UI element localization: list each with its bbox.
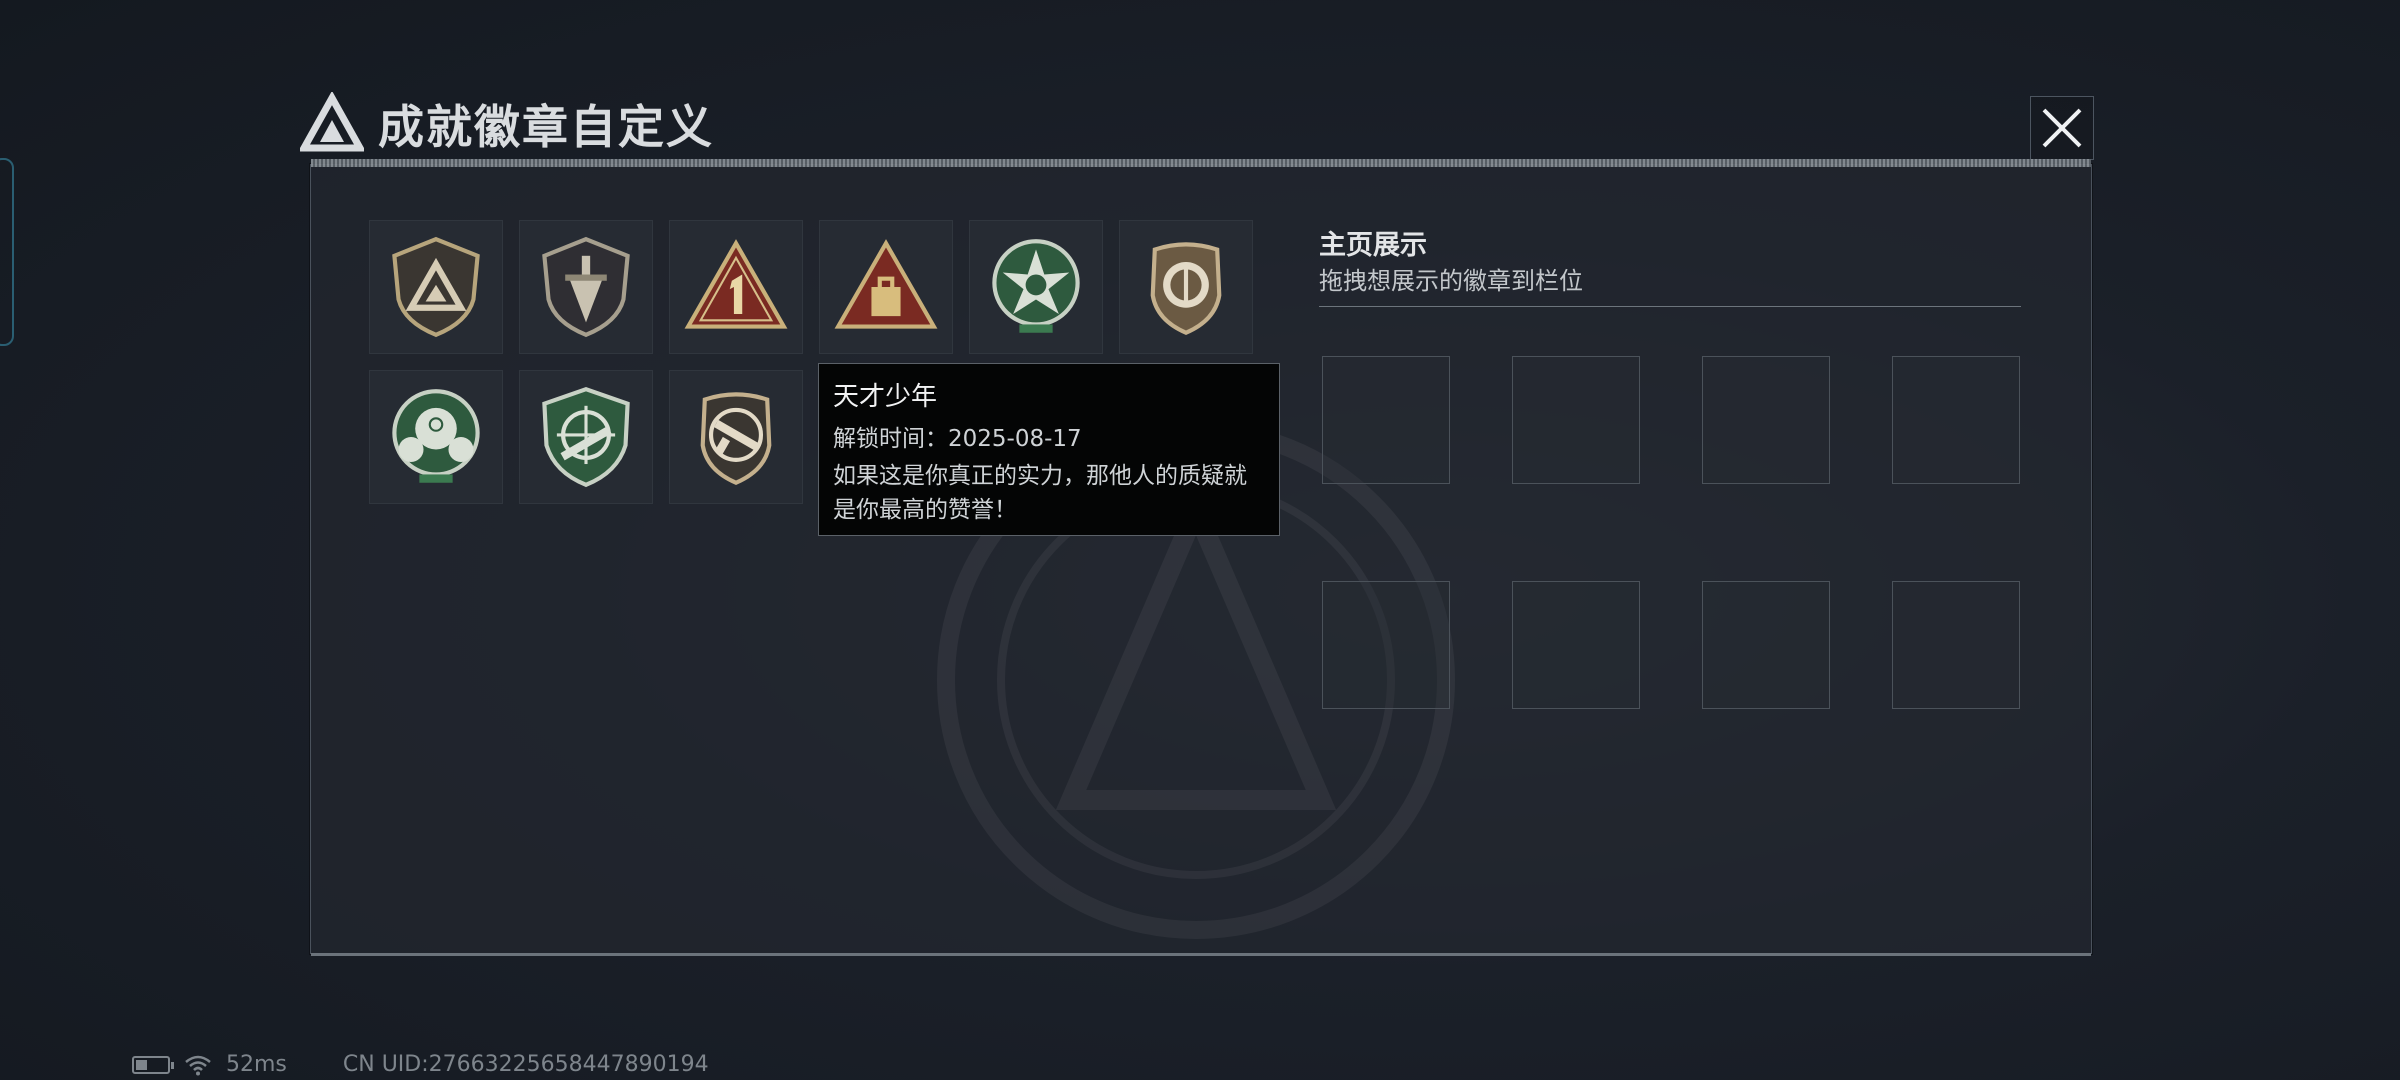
ping-text: 52ms	[226, 1052, 287, 1077]
badge-slot[interactable]	[369, 220, 503, 354]
triangle-shield-badge-icon	[392, 236, 480, 338]
rifle-crosshair-badge-icon	[542, 386, 630, 488]
panel-bottom-line	[311, 953, 2091, 956]
badge-slot[interactable]	[369, 370, 503, 504]
crosshair-skull-badge-icon	[392, 389, 480, 483]
badge-slot[interactable]	[1119, 220, 1253, 354]
showcase-slot[interactable]	[1512, 356, 1640, 484]
title-bar: 成就徽章自定义	[300, 88, 714, 160]
badge-slot[interactable]	[669, 370, 803, 504]
emblem-shield-badge-icon	[1150, 242, 1222, 336]
badge-slot[interactable]	[819, 220, 953, 354]
badge-slot[interactable]	[519, 220, 653, 354]
badge-slot[interactable]	[669, 220, 803, 354]
showcase-slot[interactable]	[1322, 581, 1450, 709]
dagger-shield-badge-icon	[542, 236, 630, 338]
badge-tooltip: 天才少年 解锁时间：2025-08-17 如果这是你真正的实力，那他人的质疑就是…	[818, 363, 1280, 536]
badge-panel: 主页展示 拖拽想展示的徽章到栏位	[310, 159, 2092, 956]
showcase-subtitle: 拖拽想展示的徽章到栏位	[1319, 267, 1583, 295]
showcase-title: 主页展示	[1319, 230, 1427, 261]
close-button[interactable]	[2030, 96, 2094, 160]
showcase-slot[interactable]	[1322, 356, 1450, 484]
showcase-slot[interactable]	[1892, 356, 2020, 484]
rifle-shield-badge-icon	[700, 392, 772, 486]
showcase-divider	[1319, 306, 2021, 307]
tooltip-description: 如果这是你真正的实力，那他人的质疑就是你最高的赞誉！	[833, 463, 1247, 523]
tooltip-badge-name: 天才少年	[833, 382, 938, 412]
showcase-slot[interactable]	[1892, 581, 2020, 709]
battery-level	[136, 1059, 147, 1070]
status-bar: 52ms CN UID:27663225658447890194	[132, 1052, 709, 1077]
number-one-triangle-badge-icon	[684, 239, 788, 329]
wifi-icon	[185, 1055, 211, 1075]
showcase-slot[interactable]	[1512, 581, 1640, 709]
uid-text: CN UID:27663225658447890194	[342, 1052, 709, 1077]
badge-slot[interactable]	[969, 220, 1103, 354]
close-icon	[2042, 108, 2082, 148]
page-title: 成就徽章自定义	[378, 100, 714, 154]
skull-star-badge-icon	[992, 239, 1080, 333]
triangle-logo-icon	[300, 92, 364, 152]
showcase-slot[interactable]	[1702, 356, 1830, 484]
badge-slot[interactable]	[519, 370, 653, 504]
side-panel-edge[interactable]	[0, 158, 14, 346]
battery-icon	[132, 1055, 174, 1074]
panel-top-strip	[311, 159, 2091, 167]
showcase-slot[interactable]	[1702, 581, 1830, 709]
box-triangle-badge-icon	[834, 239, 938, 329]
tooltip-unlock-date: 解锁时间：2025-08-17	[833, 426, 1082, 452]
